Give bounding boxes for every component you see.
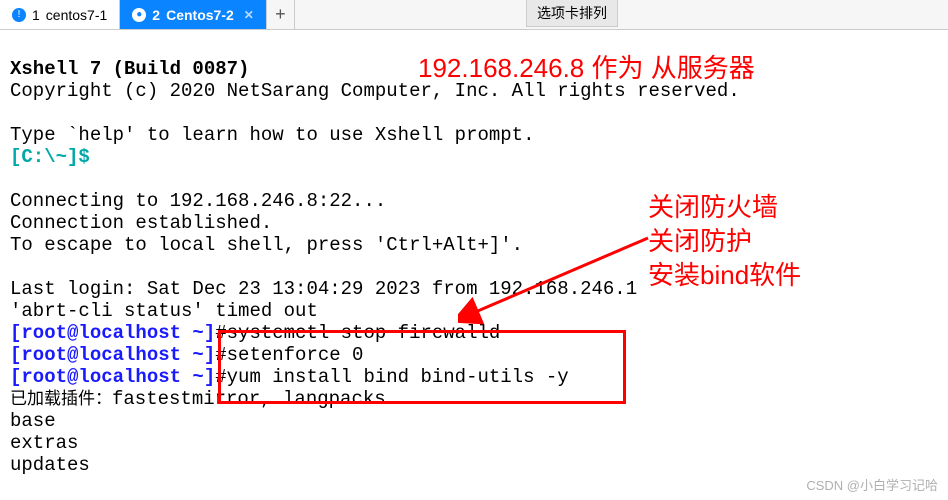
tab-bar: ! 1 centos7-1 ● 2 Centos7-2 ✕ +: [0, 0, 948, 30]
prompt-root-3: [root@localhost ~]: [10, 366, 215, 388]
hash3: #: [215, 366, 226, 388]
annot-side-2: 关闭防护: [648, 224, 801, 258]
tab-label: Centos7-2: [166, 7, 234, 23]
tab-centos7-2[interactable]: ● 2 Centos7-2 ✕: [120, 0, 267, 29]
prompt-root-1: [root@localhost ~]: [10, 322, 215, 344]
term-abrt: 'abrt-cli status' timed out: [10, 300, 318, 322]
repo-updates: updates: [10, 454, 90, 476]
close-icon[interactable]: ✕: [244, 8, 254, 22]
tab-centos7-1[interactable]: ! 1 centos7-1: [0, 0, 120, 29]
term-help: Type `help' to learn how to use Xshell p…: [10, 124, 535, 146]
add-tab-button[interactable]: +: [267, 0, 295, 29]
watermark: CSDN @小白学习记哈: [806, 475, 938, 494]
hash1: #: [215, 322, 226, 344]
annot-side-3: 安装bind软件: [648, 258, 801, 292]
term-connect1: Connecting to 192.168.246.8:22...: [10, 190, 386, 212]
cmd1: systemctl stop firewalld: [227, 322, 501, 344]
active-dot-icon: ●: [132, 8, 146, 22]
terminal-output[interactable]: Xshell 7 (Build 0087) Copyright (c) 2020…: [0, 30, 948, 482]
plugins-val: fastestmirror, langpacks: [112, 388, 386, 410]
prompt-root-2: [root@localhost ~]: [10, 344, 215, 366]
tab-label: centos7-1: [46, 7, 107, 23]
cmd2: setenforce 0: [227, 344, 364, 366]
info-icon: !: [12, 8, 26, 22]
tab-num: 1: [32, 7, 40, 23]
repo-extras: extras: [10, 432, 78, 454]
tab-num: 2: [152, 7, 160, 23]
annotation-top: 192.168.246.8 作为 从服务器: [418, 48, 755, 85]
tab-arrange-label[interactable]: 选项卡排列: [526, 0, 618, 27]
term-lastlogin: Last login: Sat Dec 23 13:04:29 2023 fro…: [10, 278, 637, 300]
cmd3: yum install bind bind-utils -y: [227, 366, 569, 388]
plugins-label: 已加载插件：: [10, 389, 112, 408]
term-header1: Xshell 7 (Build 0087): [10, 58, 249, 80]
annot-side-1: 关闭防火墙: [648, 190, 801, 224]
annotation-side: 关闭防火墙 关闭防护 安装bind软件: [648, 190, 801, 292]
term-connect3: To escape to local shell, press 'Ctrl+Al…: [10, 234, 523, 256]
term-connect2: Connection established.: [10, 212, 272, 234]
hash2: #: [215, 344, 226, 366]
prompt-local: [C:\~]$: [10, 146, 90, 168]
repo-base: base: [10, 410, 56, 432]
